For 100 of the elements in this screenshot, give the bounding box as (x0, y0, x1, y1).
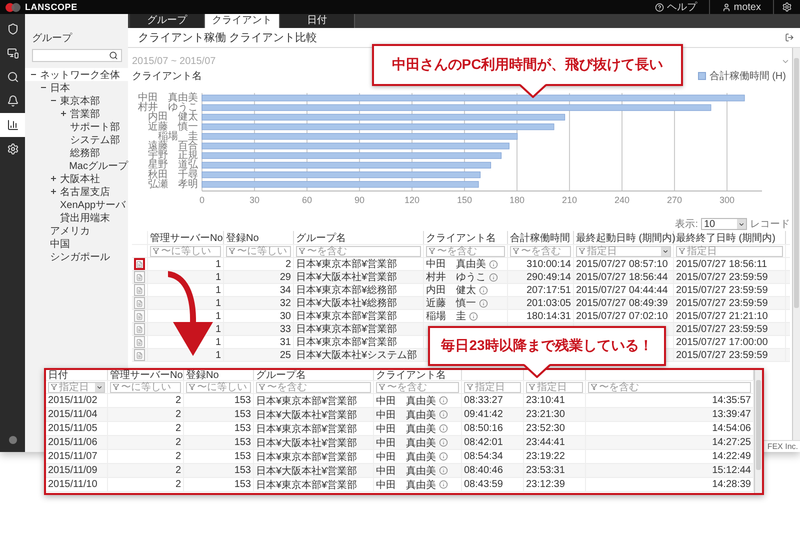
page-size-select[interactable]: 10 (701, 218, 747, 230)
nav-button[interactable] (0, 113, 25, 137)
logo-icon (5, 2, 21, 12)
exit-icon[interactable] (785, 33, 794, 42)
expand-icon[interactable] (51, 176, 56, 181)
detail-button[interactable] (134, 336, 145, 348)
detail-button[interactable] (134, 271, 145, 283)
tree-item[interactable]: XenAppサーバ (25, 198, 128, 211)
show-label: 表示: (675, 218, 698, 231)
table-cell: 2 (108, 422, 184, 435)
tree-item[interactable]: 貸出用端末 (25, 211, 128, 224)
chevron-icon[interactable] (781, 57, 790, 66)
tab[interactable]: クライアント (205, 14, 280, 28)
collapse-icon[interactable] (31, 72, 36, 77)
scrollbar[interactable] (792, 48, 800, 440)
table-cell: 23:21:30 (524, 408, 586, 421)
table-cell: 日本¥東京本部¥営業部 (294, 258, 424, 270)
table-cell: 08:43:59 (462, 478, 524, 491)
search-field[interactable] (32, 49, 122, 62)
tree-item[interactable]: サポート部 (25, 120, 128, 133)
legend-label: 合計稼働時間 (H) (709, 70, 786, 83)
column-header: 最終起動日時 (期間内) (574, 231, 674, 244)
table-cell: 2015/07/27 23:59:59 (674, 349, 786, 361)
column-header: 登録No (224, 231, 294, 244)
period-label: 2015/07 ~ 2015/07 (132, 56, 216, 67)
table-cell: 153 (184, 436, 254, 449)
table-cell: 25 (224, 349, 294, 361)
chart-icon (6, 119, 18, 131)
logo-text: LANSCOPE (25, 2, 78, 12)
client-name: 中田 真由美 (376, 436, 436, 450)
table-cell: 日本¥大阪本社¥営業部 (254, 408, 374, 421)
unit-label: レコード (750, 218, 790, 231)
filter-icon (189, 384, 195, 390)
filter-icon (529, 384, 535, 390)
table-cell: 09:41:42 (462, 408, 524, 421)
detail-button[interactable] (134, 323, 145, 335)
table-cell: 2015/07/27 04:44:44 (574, 284, 674, 296)
table-cell: 153 (184, 394, 254, 407)
tick-label: 210 (562, 195, 578, 205)
filter-icon (259, 384, 265, 390)
table-cell: 34 (224, 284, 294, 296)
table-cell: 153 (184, 464, 254, 477)
settings-icon (6, 143, 18, 155)
help-icon (654, 2, 664, 12)
tick-label: 240 (614, 195, 630, 205)
table-cell: 日本¥東京本部¥営業部 (294, 310, 424, 322)
client-name: 中田 真由美 (376, 394, 436, 408)
detail-button[interactable] (134, 310, 145, 322)
expand-icon[interactable] (51, 189, 56, 194)
dropdown-caret-icon[interactable] (661, 246, 670, 256)
category-label: 稲場 圭 (158, 130, 198, 142)
table-cell: 23:52:30 (524, 422, 586, 435)
tick-label: 270 (666, 195, 682, 205)
settings-icon[interactable] (782, 2, 792, 12)
callout-pointer (519, 84, 547, 98)
table-cell: 2015/07/27 07:02:10 (574, 310, 674, 322)
table-cell: 2015/11/04 (46, 408, 108, 421)
tree-item[interactable]: 日本 (25, 81, 128, 94)
tree-item[interactable]: 大阪本社 (25, 172, 128, 185)
detail-button[interactable] (134, 297, 145, 309)
table-cell: 日本¥大阪本社¥システム部 (294, 349, 424, 361)
tree-item[interactable]: 営業部 (25, 107, 128, 120)
table-cell: 201:03:05 (508, 297, 574, 309)
table-cell: 08:54:34 (462, 450, 524, 463)
filter-icon (591, 384, 597, 390)
scrollbar[interactable] (754, 370, 762, 493)
tree-item[interactable]: システム部 (25, 133, 128, 146)
filter-icon (113, 384, 119, 390)
dropdown-caret-icon[interactable] (95, 382, 104, 392)
client-name: 稲場 圭 (426, 310, 466, 323)
tree-item[interactable]: 中国 (25, 237, 128, 250)
table-cell: 29 (224, 271, 294, 283)
tree-item[interactable]: 名古屋支店 (25, 185, 128, 198)
table-cell: 310:00:14 (508, 258, 574, 270)
category-label: 秋田 千尋 (148, 169, 198, 180)
collapse-icon[interactable] (41, 85, 46, 90)
table-cell: 207:17:51 (508, 284, 574, 296)
tab[interactable]: 日付 (280, 14, 355, 28)
detail-button[interactable] (134, 284, 145, 296)
tab[interactable]: グループ (130, 14, 205, 28)
collapse-icon[interactable] (51, 98, 56, 103)
table-cell: 日本¥東京本部¥営業部 (254, 394, 374, 407)
table-cell: 日本¥大阪本社¥総務部 (294, 297, 424, 309)
detail-button[interactable] (134, 349, 145, 361)
table-cell: 31 (224, 336, 294, 348)
detail-button[interactable] (134, 258, 145, 270)
table-cell: 180:14:31 (508, 310, 574, 322)
tree-item[interactable]: アメリカ (25, 224, 128, 237)
table-cell: 2015/07/27 08:57:10 (574, 258, 674, 270)
table-cell: 08:42:01 (462, 436, 524, 449)
tree-item[interactable]: ネットワーク全体 (25, 68, 128, 81)
table-cell: 日本¥大阪本社¥営業部 (254, 436, 374, 449)
expand-icon[interactable] (61, 111, 66, 116)
client-name: 村井 ゆうこ (426, 270, 486, 284)
tree-item[interactable]: シンガポール (25, 250, 128, 263)
tree-item[interactable]: 東京本部 (25, 94, 128, 107)
tree-item[interactable]: 総務部 (25, 146, 128, 159)
tree-item[interactable]: Macグループ (25, 159, 128, 172)
table-cell: 2 (108, 408, 184, 421)
table-cell: 日本¥東京本部¥営業部 (294, 323, 424, 335)
